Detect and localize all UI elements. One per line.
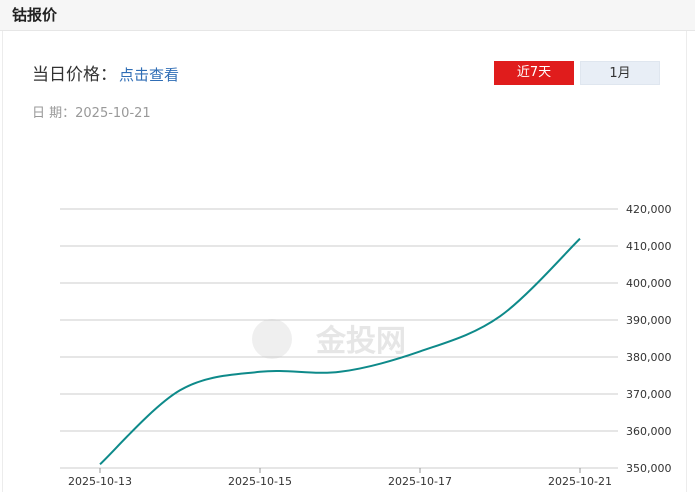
y-tick-label: 420,000 bbox=[626, 203, 672, 216]
watermark-text: 金投网 bbox=[315, 324, 406, 359]
y-tick-label: 410,000 bbox=[626, 240, 672, 253]
x-tick-label: 2025-10-15 bbox=[228, 475, 292, 488]
y-tick-label: 390,000 bbox=[626, 314, 672, 327]
y-tick-label: 360,000 bbox=[626, 425, 672, 438]
watermark: 金投网 bbox=[252, 319, 406, 359]
y-tick-label: 400,000 bbox=[626, 277, 672, 290]
y-tick-label: 350,000 bbox=[626, 462, 672, 475]
watermark-logo-icon bbox=[252, 319, 292, 359]
x-tick-label: 2025-10-21 bbox=[548, 475, 612, 488]
price-line-chart: 金投网 420,000 410,000 400,000 390,000 380,000 3… bbox=[60, 203, 672, 488]
y-tick-label: 370,000 bbox=[626, 388, 672, 401]
x-tick-label: 2025-10-13 bbox=[68, 475, 132, 488]
x-tick-label: 2025-10-17 bbox=[388, 475, 452, 488]
y-tick-label: 380,000 bbox=[626, 351, 672, 364]
